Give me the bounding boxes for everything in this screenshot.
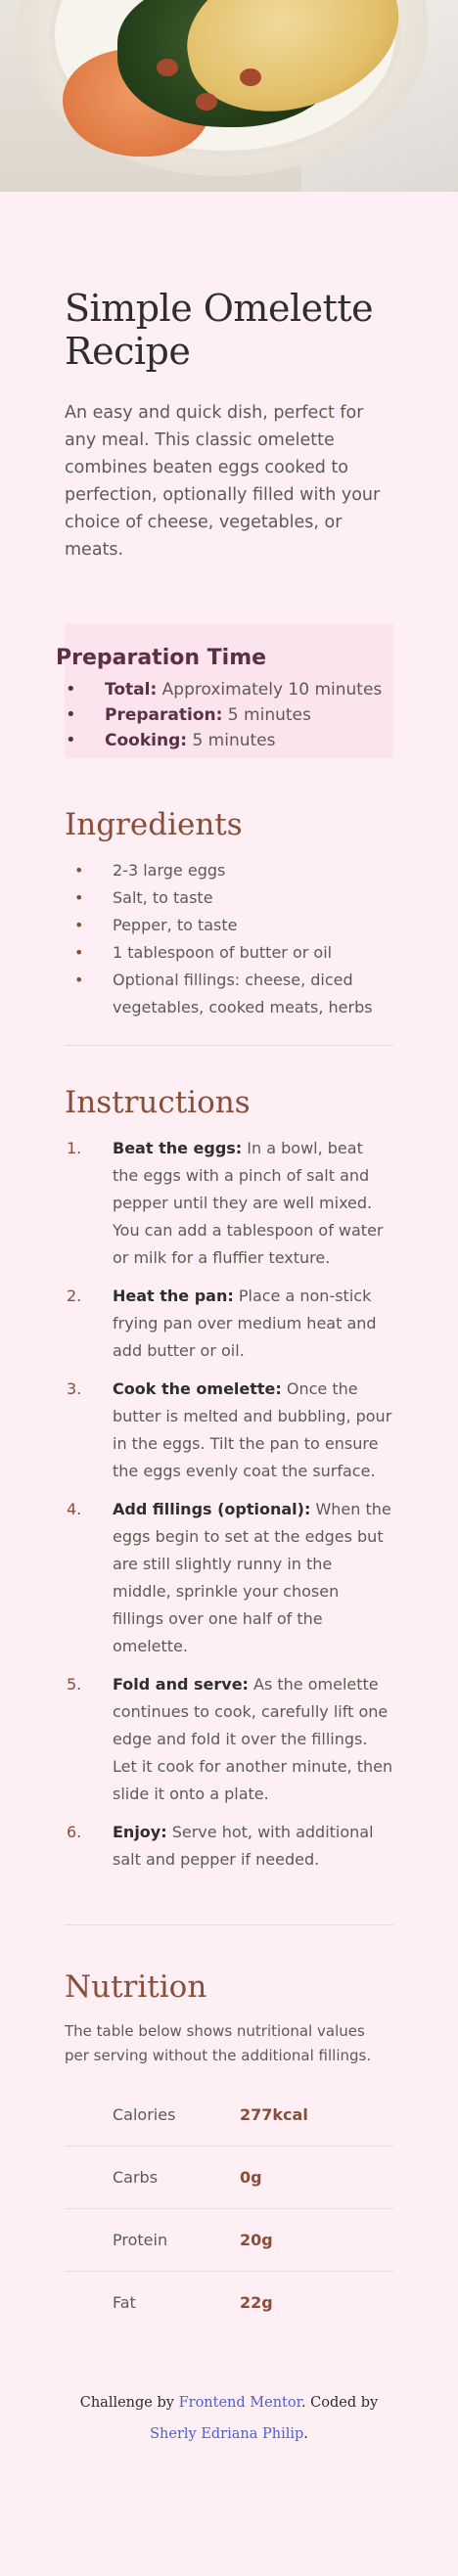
- list-item: 2-3 large eggs: [65, 857, 393, 884]
- hero-image: [0, 0, 458, 192]
- table-row: Fat 22g: [65, 2272, 393, 2333]
- instructions-section: Instructions 1. Beat the eggs: In a bowl,…: [65, 1084, 393, 1874]
- list-item: 6. Enjoy: Serve hot, with additional salt…: [67, 1823, 374, 1869]
- nutrition-heading: Nutrition: [65, 1969, 207, 2005]
- frontend-mentor-link[interactable]: Frontend Mentor: [179, 2395, 301, 2411]
- tomato-piece: [196, 93, 217, 111]
- preparation-time-box: Preparation Time Total: Approximately 10…: [56, 623, 393, 758]
- ingredients-section: Ingredients 2-3 large eggs Salt, to tast…: [65, 806, 393, 1021]
- nutrient-value: 277kcal: [240, 2105, 308, 2124]
- list-item: Salt, to taste: [65, 884, 393, 912]
- nutrient-label: Protein: [113, 2231, 168, 2249]
- nutrition-description: The table below shows nutritional values…: [65, 2022, 372, 2064]
- nutrient-label: Fat: [113, 2293, 136, 2312]
- list-item: 4. Add fillings (optional): When the eggs…: [67, 1500, 391, 1655]
- attribution-footer: Challenge by Frontend Mentor. Coded by S…: [79, 2395, 379, 2442]
- table-row: Protein 20g: [65, 2209, 393, 2272]
- list-item: Total: Approximately 10 minutes: [65, 677, 393, 702]
- divider: [65, 1924, 393, 1925]
- instructions-heading: Instructions: [65, 1085, 251, 1120]
- preparation-heading: Preparation Time: [56, 646, 267, 670]
- author-link[interactable]: Sherly Edriana Philip: [150, 2426, 303, 2442]
- table-row: Calories 277kcal: [65, 2084, 393, 2147]
- nutrient-value: 0g: [240, 2168, 262, 2187]
- table-row: Carbs 0g: [65, 2147, 393, 2209]
- recipe-content: Simple Omelette Recipe An easy and quick…: [0, 287, 458, 2450]
- nutrient-value: 20g: [240, 2231, 273, 2249]
- recipe-title: Simple Omelette Recipe: [65, 287, 374, 373]
- ingredients-heading: Ingredients: [65, 807, 243, 842]
- list-item: Optional fillings: cheese, diced vegetab…: [65, 967, 393, 1021]
- nutrition-section: Nutrition The table below shows nutritio…: [65, 1968, 393, 2333]
- list-item: 5. Fold and serve: As the omelette contin…: [67, 1675, 393, 1803]
- tomato-piece: [240, 68, 261, 86]
- list-item: 1. Beat the eggs: In a bowl, beat the egg…: [67, 1139, 384, 1267]
- tomato-piece: [157, 59, 178, 76]
- ingredients-list: 2-3 large eggs Salt, to taste Pepper, to…: [65, 857, 393, 1021]
- recipe-intro: An easy and quick dish, perfect for any …: [65, 403, 381, 560]
- list-item: Cooking: 5 minutes: [65, 728, 393, 753]
- list-item: Preparation: 5 minutes: [65, 702, 393, 728]
- nutrient-label: Calories: [113, 2105, 176, 2124]
- nutrient-value: 22g: [240, 2293, 273, 2312]
- nutrient-label: Carbs: [113, 2168, 159, 2187]
- nutrition-table: Calories 277kcal Carbs 0g Protein 20g Fa…: [65, 2084, 393, 2333]
- divider: [65, 1045, 393, 1046]
- instructions-list: 1. Beat the eggs: In a bowl, beat the egg…: [65, 1135, 393, 1874]
- list-item: 2. Heat the pan: Place a non-stick frying…: [67, 1287, 377, 1360]
- preparation-list: Total: Approximately 10 minutes Preparat…: [65, 677, 393, 753]
- list-item: 3. Cook the omelette: Once the butter is …: [67, 1379, 392, 1480]
- list-item: 1 tablespoon of butter or oil: [65, 939, 393, 967]
- list-item: Pepper, to taste: [65, 912, 393, 939]
